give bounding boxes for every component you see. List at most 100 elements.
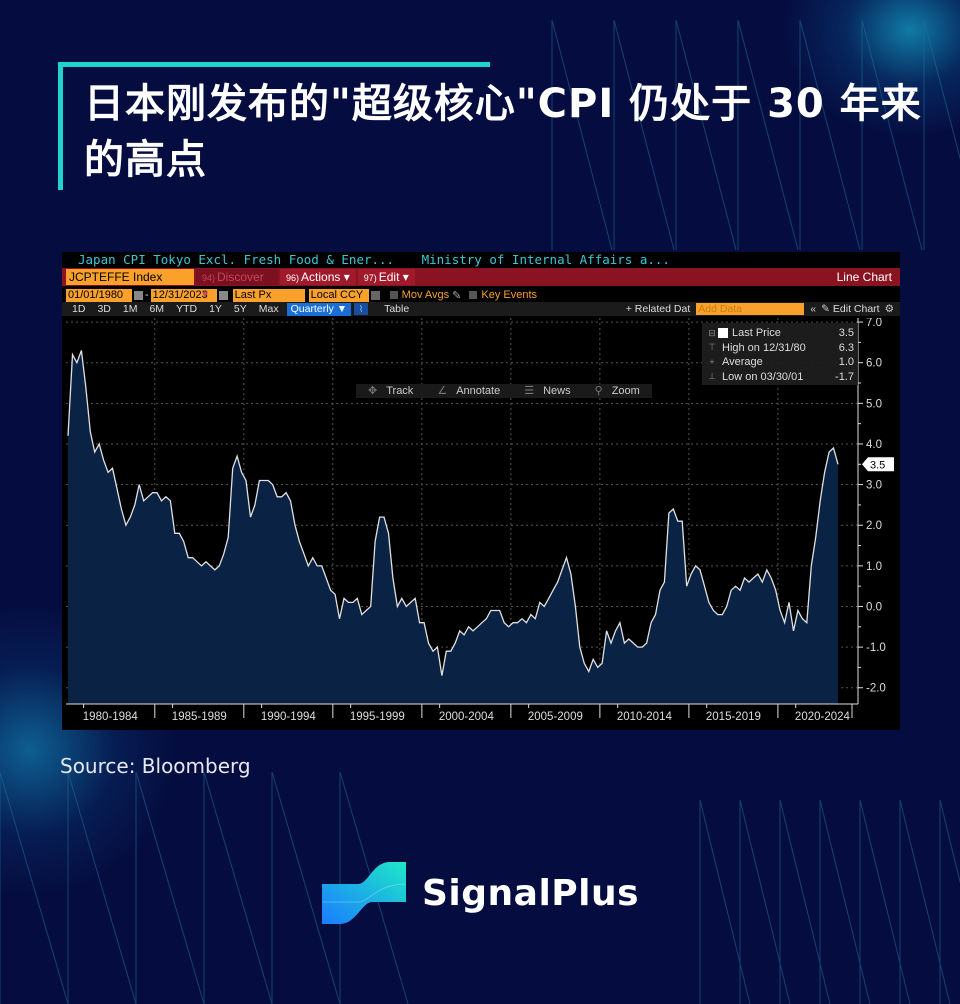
- x-tick-label: 2015-2019: [706, 711, 761, 723]
- chart-controls: + Related Dat Add Data « ✎ Edit Chart ⚙: [626, 302, 894, 316]
- background-line: [899, 799, 951, 1004]
- period-1y[interactable]: 1Y: [203, 303, 228, 315]
- brand-name: SignalPlus: [422, 872, 640, 914]
- background-line: [779, 799, 831, 1004]
- title-accent-bar: [58, 62, 490, 67]
- y-tick-label: 3.0: [866, 480, 882, 492]
- calendar-icon[interactable]: [218, 290, 228, 300]
- security-header: Japan CPI Tokyo Excl. Fresh Food & Ener.…: [62, 252, 900, 268]
- y-tick-label: -1.0: [866, 642, 886, 654]
- pencil-icon: ✎: [821, 303, 830, 315]
- average-marker-icon: +: [709, 357, 715, 368]
- mov-avgs-label[interactable]: Mov Avgs: [402, 289, 450, 301]
- y-tick-label: 6.0: [866, 358, 882, 370]
- y-tick-label: 7.0: [866, 318, 882, 329]
- field-select[interactable]: Last Px: [232, 288, 305, 302]
- track-button[interactable]: ✥ Track: [356, 384, 425, 398]
- period-1m[interactable]: 1M: [117, 303, 144, 315]
- background-line: [923, 19, 960, 160]
- background-line: [859, 799, 911, 1004]
- gear-icon[interactable]: ⚙: [885, 303, 894, 315]
- x-tick-label: 1980-1984: [83, 711, 139, 723]
- tree-collapse-icon[interactable]: ⊟: [706, 328, 718, 339]
- crosshair-icon: ✥: [368, 385, 378, 397]
- high-marker-icon: ⊤: [708, 342, 716, 353]
- series-color-swatch: [718, 328, 728, 339]
- actions-menu[interactable]: 96) Actions ▾: [280, 269, 356, 285]
- legend-item-high: ⊤ High on 12/31/80 6.3: [706, 341, 854, 356]
- legend-item-average: + Average 1.0: [706, 355, 854, 370]
- x-tick-label: 1995-1999: [350, 711, 405, 723]
- y-tick-label: 2.0: [866, 520, 882, 532]
- signalplus-logo-icon: [322, 862, 406, 924]
- chart-toolbar: ✥ Track ∠ Annotate ☰ News ⚲ Zoom: [356, 384, 652, 398]
- source-note: Source: Bloomberg: [60, 754, 251, 778]
- discover-menu[interactable]: 94) Discover ▾: [196, 269, 278, 301]
- period-1d[interactable]: 1D: [66, 303, 91, 315]
- annotate-icon: ∠: [437, 385, 448, 397]
- mov-avgs-checkbox[interactable]: [389, 291, 398, 299]
- y-tick-label: 0.0: [866, 601, 882, 613]
- legend-item-last-price: ⊟ Last Price 3.5: [706, 326, 854, 341]
- background-line: [67, 771, 137, 1004]
- edit-menu[interactable]: 97) Edit ▾: [357, 269, 415, 285]
- background-line: [699, 799, 751, 1004]
- title-accent-bar: [58, 62, 63, 190]
- period-5y[interactable]: 5Y: [228, 303, 253, 315]
- frequency-select[interactable]: Quarterly ▼: [286, 302, 352, 316]
- page-title: 日本刚发布的"超级核心"CPI 仍处于 30 年来的高点: [84, 81, 922, 183]
- low-marker-icon: ⊥: [708, 371, 716, 382]
- related-data-button[interactable]: + Related Dat: [626, 303, 691, 315]
- line-chart-icon[interactable]: ⌇: [354, 303, 369, 315]
- x-tick-label: 1990-1994: [261, 711, 317, 723]
- x-axis: 1980-1984 1985-1989 1990-1994 1995-1999 2000…: [66, 703, 858, 723]
- x-tick-label: 2020-2024: [795, 711, 851, 723]
- date-separator: -: [145, 289, 149, 301]
- period-bar: 1D 3D 1M 6M YTD 1Y 5Y Max Quarterly ▼ ⌇ …: [62, 302, 900, 316]
- last-value-tag-text: 3.5: [870, 459, 885, 471]
- period-6m[interactable]: 6M: [143, 303, 170, 315]
- news-icon: ☰: [524, 385, 535, 397]
- background-line: [203, 771, 273, 1004]
- last-value-tag: 3.5: [862, 457, 894, 472]
- zoom-button[interactable]: ⚲ Zoom: [583, 384, 652, 398]
- chart-type-label: Line Chart: [836, 270, 892, 284]
- x-tick-label: 1985-1989: [172, 711, 227, 723]
- period-3d[interactable]: 3D: [91, 303, 116, 315]
- pencil-icon[interactable]: ✎: [452, 289, 461, 302]
- x-tick-label: 2010-2014: [617, 711, 673, 723]
- key-events-label[interactable]: Key Events: [481, 289, 537, 301]
- bloomberg-terminal: Japan CPI Tokyo Excl. Fresh Food & Ener.…: [62, 252, 900, 730]
- table-button[interactable]: Table: [378, 303, 415, 315]
- background-line: [0, 771, 69, 1004]
- dropdown-icon[interactable]: [370, 290, 380, 300]
- y-tick-label: 5.0: [866, 398, 882, 410]
- command-bar: JCPTEFFE Index 94) Discover ▾ 96) Actions …: [62, 268, 900, 301]
- currency-select[interactable]: Local CCY: [308, 288, 369, 302]
- edit-chart-button[interactable]: Edit Chart: [833, 303, 880, 315]
- magnifier-icon: ⚲: [594, 385, 603, 397]
- legend-item-low: ⊥ Low on 03/30/01 -1.7: [706, 370, 854, 385]
- ticker-field[interactable]: JCPTEFFE Index: [66, 269, 194, 285]
- add-data-input[interactable]: Add Data: [696, 303, 805, 315]
- security-description: Japan CPI Tokyo Excl. Fresh Food & Ener.…: [78, 252, 395, 267]
- chart-legend: ⊟ Last Price 3.5 ⊤ High on 12/31/80 6.3 …: [702, 323, 858, 385]
- news-button[interactable]: ☰ News: [512, 384, 582, 398]
- y-tick-label: 4.0: [866, 439, 882, 451]
- date-settings-bar: 01/01/1980 - 12/31/2023 Last Px Local CC…: [62, 288, 900, 302]
- y-tick-label: 1.0: [866, 561, 882, 573]
- start-date-input[interactable]: 01/01/1980: [66, 288, 132, 302]
- period-ytd[interactable]: YTD: [170, 303, 203, 315]
- background-line: [819, 799, 871, 1004]
- annotate-button[interactable]: ∠ Annotate: [425, 384, 512, 398]
- chart-area: 7.0 6.0 5.0 4.0 3.0 2.0 1.0 0.0 -1.0 -2.0 1980-19…: [62, 317, 900, 730]
- calendar-icon[interactable]: [134, 290, 143, 300]
- x-tick-label: 2000-2004: [439, 711, 495, 723]
- background-line: [135, 771, 205, 1004]
- background-line: [739, 799, 791, 1004]
- period-max[interactable]: Max: [253, 303, 285, 315]
- signalplus-logo: SignalPlus: [322, 862, 639, 924]
- source-description: Ministry of Internal Affairs a...: [421, 252, 670, 267]
- collapse-icon[interactable]: «: [810, 303, 816, 315]
- key-events-checkbox[interactable]: [469, 291, 478, 299]
